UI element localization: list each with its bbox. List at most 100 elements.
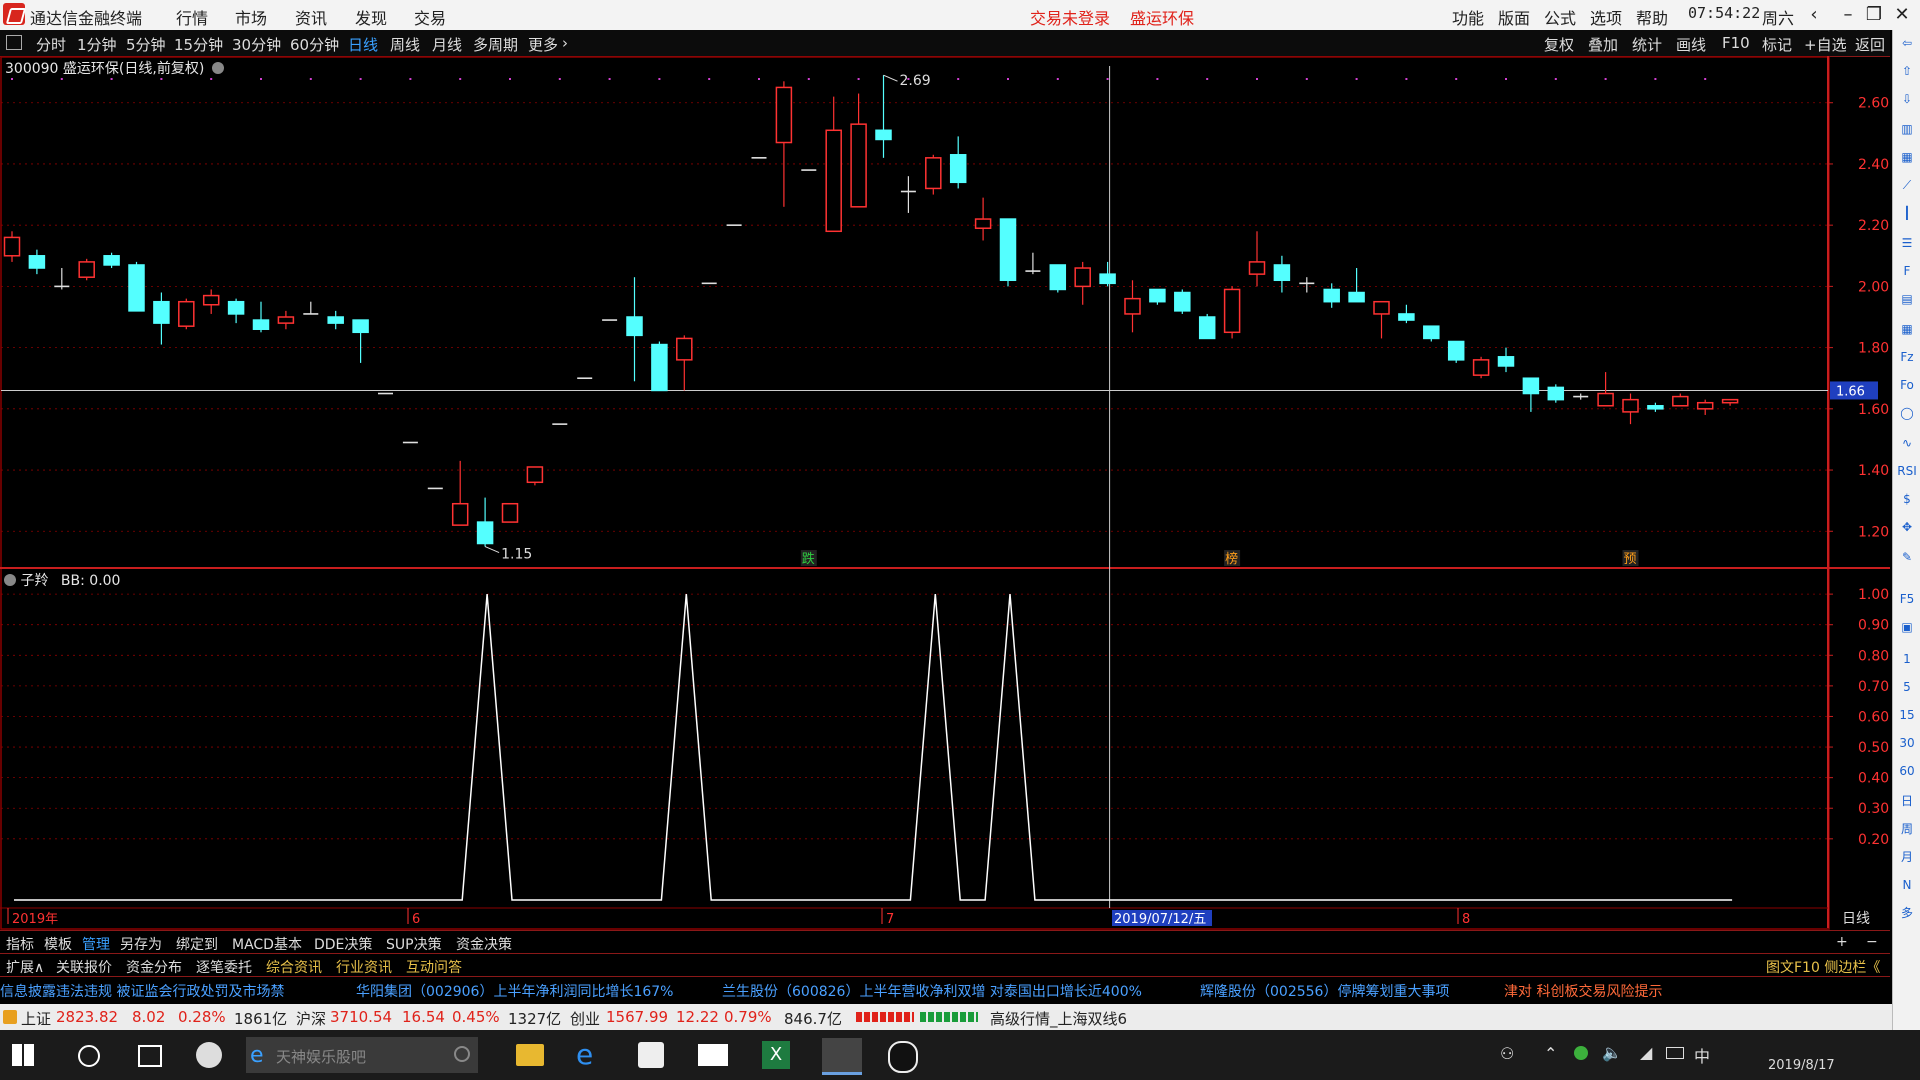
circle-icon[interactable]: ◯ — [1897, 404, 1917, 422]
period-multi[interactable]: 多周期 — [473, 34, 518, 55]
mail-icon[interactable] — [698, 1044, 728, 1066]
trend-icon[interactable]: ⟋ — [1897, 176, 1917, 194]
period-monthly[interactable]: 月线 — [432, 34, 462, 55]
fiz-icon[interactable]: Fz — [1897, 348, 1917, 366]
minute-60-icon[interactable]: 60 — [1897, 762, 1917, 780]
network-icon[interactable]: ◢ — [1640, 1043, 1652, 1062]
cortana-icon[interactable] — [78, 1045, 100, 1067]
tab-muban[interactable]: 模板 — [44, 934, 72, 954]
n-icon[interactable]: N — [1897, 876, 1917, 894]
back-arrow-icon[interactable]: ‹ — [1796, 2, 1832, 28]
menu-jiaoyi[interactable]: 交易 — [414, 5, 446, 29]
app-pinwheel-icon[interactable] — [196, 1042, 222, 1068]
menu-shichang[interactable]: 市场 — [235, 5, 267, 29]
chart-options-icon[interactable] — [211, 62, 224, 74]
arrow-down-icon[interactable]: ⇩ — [1897, 90, 1917, 108]
arrow-up-icon[interactable]: ⇧ — [1897, 62, 1917, 80]
period-more[interactable]: 更多 — [528, 34, 558, 55]
file-explorer-icon[interactable] — [516, 1044, 544, 1066]
menu-hangqing[interactable]: 行情 — [176, 5, 208, 29]
taskbar-search-box[interactable]: e 天神娱乐股吧 — [246, 1037, 478, 1073]
minute-15-icon[interactable]: 15 — [1897, 706, 1917, 724]
tab-zhubiweituo[interactable]: 逐笔委托 — [196, 957, 252, 977]
tray-date[interactable]: 2019/8/17 — [1768, 1058, 1835, 1073]
news-item[interactable]: 辉隆股份（002556）停牌筹划重大事项 — [1200, 981, 1449, 1001]
tab-kuozhan[interactable]: 扩展∧ — [6, 957, 44, 977]
tab-hangyezixun[interactable]: 行业资讯 — [336, 957, 392, 977]
minute-5-icon[interactable]: 5 — [1897, 678, 1917, 696]
news-item[interactable]: 信息披露违法违规 被证监会行政处罚及市场禁 — [0, 981, 284, 1001]
menu-gongneng[interactable]: 功能 — [1452, 5, 1484, 29]
tdx-app-icon[interactable] — [822, 1038, 862, 1075]
table-icon[interactable]: ▦ — [1897, 148, 1917, 166]
excel-icon[interactable]: X — [762, 1041, 790, 1069]
tool-fuquan[interactable]: 复权 — [1544, 34, 1574, 55]
zoom-out-icon[interactable]: − — [1866, 934, 1878, 950]
menu-zixun[interactable]: 资讯 — [295, 5, 327, 29]
doc-icon[interactable]: ▤ — [1897, 290, 1917, 308]
battery-icon[interactable] — [1666, 1047, 1684, 1059]
tab-zijin[interactable]: 资金决策 — [456, 934, 512, 954]
login-status[interactable]: 交易未登录 — [1030, 5, 1110, 29]
period-15min[interactable]: 15分钟 — [174, 34, 223, 55]
period-fenshi[interactable]: 分时 — [36, 34, 66, 55]
wave-icon[interactable]: ∿ — [1897, 434, 1917, 452]
zoom-in-icon[interactable]: + — [1836, 934, 1848, 950]
index-cy-name[interactable]: 创业 — [570, 1008, 600, 1029]
news-item[interactable]: 津对 科创板交易风险提示 — [1504, 981, 1662, 1001]
tab-sup[interactable]: SUP决策 — [386, 934, 442, 954]
candle-icon[interactable]: ┃ — [1897, 204, 1917, 222]
fio-icon[interactable]: F — [1897, 262, 1917, 280]
tool-diejia[interactable]: 叠加 — [1588, 34, 1618, 55]
news-item[interactable]: 兰生股份（600826）上半年营收净利双增 对泰国出口增长近400% — [722, 981, 1142, 1001]
coin-icon[interactable]: $ — [1897, 490, 1917, 508]
tool-biaoji[interactable]: 标记 — [1762, 34, 1792, 55]
layout-toggle-icon[interactable] — [6, 35, 22, 50]
menu-gongshi[interactable]: 公式 — [1544, 5, 1576, 29]
tab-zonghezixun[interactable]: 综合资讯 — [266, 957, 322, 977]
qq-icon[interactable] — [888, 1041, 918, 1073]
move-icon[interactable]: ✥ — [1897, 518, 1917, 536]
period-30min[interactable]: 30分钟 — [232, 34, 281, 55]
feed-label[interactable]: 高级行情_上海双线6 — [990, 1008, 1127, 1029]
grid-icon[interactable]: ▦ — [1897, 320, 1917, 338]
minute-30-icon[interactable]: 30 — [1897, 734, 1917, 752]
tab-bangdingdao[interactable]: 绑定到 — [176, 934, 218, 954]
tool-add-watchlist[interactable]: +自选 — [1804, 34, 1847, 55]
close-icon[interactable]: ✕ — [1884, 2, 1920, 28]
tab-lingcunwei[interactable]: 另存为 — [120, 934, 162, 954]
period-5min[interactable]: 5分钟 — [126, 34, 166, 55]
f5-icon[interactable]: F5 — [1897, 590, 1917, 608]
minute-1-icon[interactable]: 1 — [1897, 650, 1917, 668]
pencil-icon[interactable]: ✎ — [1897, 548, 1917, 566]
day-icon[interactable]: 日 — [1897, 792, 1917, 810]
tab-macd[interactable]: MACD基本 — [232, 934, 302, 954]
tab-guanli[interactable]: 管理 — [82, 934, 110, 954]
tab-hudongwenda[interactable]: 互动问答 — [406, 957, 462, 977]
tool-tongji[interactable]: 统计 — [1632, 34, 1662, 55]
task-view-icon[interactable] — [138, 1045, 162, 1067]
news-item[interactable]: 华阳集团（002906）上半年净利润同比增长167% — [356, 981, 673, 1001]
period-60min[interactable]: 60分钟 — [290, 34, 339, 55]
index-sh-name[interactable]: 上证 — [21, 1008, 51, 1029]
tray-app-icon[interactable] — [1574, 1046, 1588, 1060]
store-icon[interactable] — [638, 1042, 664, 1068]
multi-icon[interactable]: 多 — [1897, 904, 1917, 922]
tool-huaxian[interactable]: 画线 — [1676, 34, 1706, 55]
list-icon[interactable]: ☰ — [1897, 234, 1917, 252]
menu-banmian[interactable]: 版面 — [1498, 5, 1530, 29]
period-1min[interactable]: 1分钟 — [77, 34, 117, 55]
menu-bangzhu[interactable]: 帮助 — [1636, 5, 1668, 29]
month-icon[interactable]: 月 — [1897, 848, 1917, 866]
tool-f10[interactable]: F10 — [1722, 34, 1750, 52]
period-weekly[interactable]: 周线 — [390, 34, 420, 55]
tab-dde[interactable]: DDE决策 — [314, 934, 372, 954]
chart-icon[interactable]: ▥ — [1897, 120, 1917, 138]
tool-back[interactable]: 返回 — [1855, 34, 1885, 55]
kline-chart-area[interactable]: 2.69 1.15 跌 榜 预 2.60 2.40 2.20 2.00 1.80 1.60 1.40… — [0, 56, 1890, 946]
tab-zijinfenbu[interactable]: 资金分布 — [126, 957, 182, 977]
index-hs-name[interactable]: 沪深 — [296, 1008, 326, 1029]
period-daily[interactable]: 日线 — [348, 34, 378, 55]
arrow-left-icon[interactable]: ⇦ — [1897, 34, 1917, 52]
f10-icon[interactable]: Fo — [1897, 376, 1917, 394]
